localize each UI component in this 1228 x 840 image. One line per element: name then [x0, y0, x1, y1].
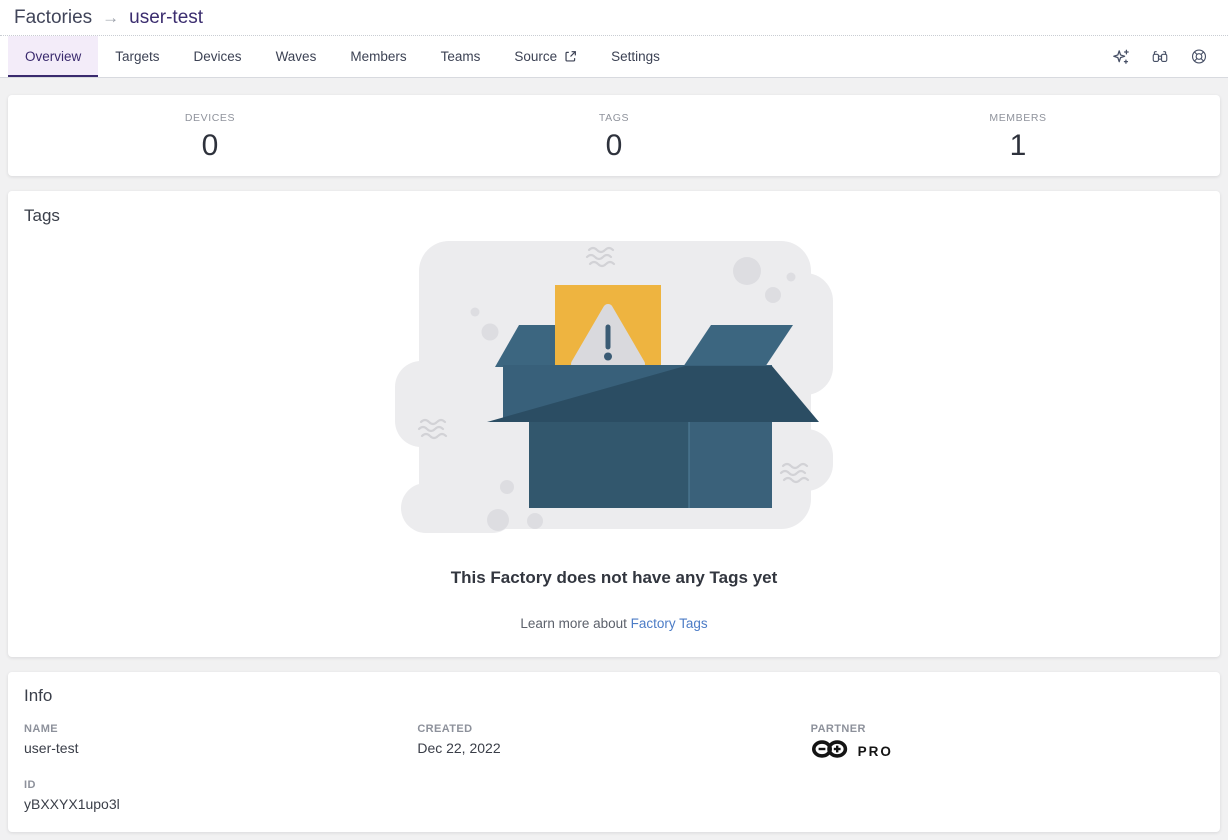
- arduino-infinity-logo-icon: [811, 739, 851, 764]
- tags-card-title: Tags: [24, 206, 1204, 226]
- tab-members[interactable]: Members: [333, 36, 423, 77]
- info-card-title: Info: [24, 686, 1204, 706]
- page-content: DEVICES 0 TAGS 0 MEMBERS 1 Tags: [0, 78, 1228, 840]
- tab-devices[interactable]: Devices: [177, 36, 259, 77]
- partner-logo-row: PRO: [811, 739, 1204, 764]
- stat-devices-label: DEVICES: [8, 112, 412, 124]
- name-label: NAME: [24, 723, 417, 735]
- tags-empty-state: This Factory does not have any Tags yet …: [24, 226, 1204, 631]
- tab-settings[interactable]: Settings: [594, 36, 677, 77]
- stat-members-value: 1: [816, 129, 1220, 163]
- info-card: Info NAME user-test CREATED Dec 22, 2022…: [8, 672, 1220, 832]
- external-link-icon: [564, 50, 577, 63]
- tab-waves[interactable]: Waves: [259, 36, 334, 77]
- tab-source[interactable]: Source: [497, 36, 594, 77]
- stat-members: MEMBERS 1: [816, 112, 1220, 163]
- factory-tags-link[interactable]: Factory Tags: [631, 616, 708, 631]
- tab-targets[interactable]: Targets: [98, 36, 176, 77]
- stat-tags-value: 0: [412, 129, 816, 163]
- breadcrumb-current-factory: user-test: [129, 7, 203, 29]
- binoculars-icon[interactable]: [1151, 48, 1169, 66]
- sparkles-icon[interactable]: [1112, 48, 1130, 66]
- stat-devices-value: 0: [8, 129, 412, 163]
- top-bar: Factories → user-test Overview Targets D…: [0, 0, 1228, 78]
- breadcrumb: Factories → user-test: [0, 0, 1228, 36]
- stat-devices: DEVICES 0: [8, 112, 412, 163]
- breadcrumb-factories[interactable]: Factories: [14, 7, 92, 29]
- tags-card: Tags: [8, 191, 1220, 657]
- tab-overview[interactable]: Overview: [8, 36, 98, 77]
- stats-card: DEVICES 0 TAGS 0 MEMBERS 1: [8, 95, 1220, 176]
- help-icon[interactable]: [1190, 48, 1208, 66]
- empty-box-illustration: [395, 235, 833, 537]
- id-value: yBXXYX1upo3l: [24, 796, 417, 812]
- name-value: user-test: [24, 740, 417, 756]
- tab-bar-actions: [1112, 36, 1228, 77]
- created-value: Dec 22, 2022: [417, 740, 810, 756]
- info-field-created: CREATED Dec 22, 2022: [417, 723, 810, 764]
- stat-members-label: MEMBERS: [816, 112, 1220, 124]
- breadcrumb-arrow-icon: →: [102, 8, 119, 28]
- empty-state-subtext: Learn more about Factory Tags: [520, 616, 707, 631]
- tab-teams[interactable]: Teams: [424, 36, 498, 77]
- partner-label: PARTNER: [811, 723, 1204, 735]
- stat-tags-label: TAGS: [412, 112, 816, 124]
- empty-state-title: This Factory does not have any Tags yet: [451, 568, 778, 588]
- info-field-id: ID yBXXYX1upo3l: [24, 779, 417, 812]
- info-field-name: NAME user-test: [24, 723, 417, 764]
- stat-tags: TAGS 0: [412, 112, 816, 163]
- created-label: CREATED: [417, 723, 810, 735]
- partner-pro-text: PRO: [858, 744, 893, 759]
- tab-bar: Overview Targets Devices Waves Members T…: [0, 36, 1228, 78]
- learn-more-text: Learn more about: [520, 616, 630, 631]
- info-field-partner: PARTNER PRO: [811, 723, 1204, 764]
- info-grid: NAME user-test CREATED Dec 22, 2022 PART…: [24, 723, 1204, 812]
- id-label: ID: [24, 779, 417, 791]
